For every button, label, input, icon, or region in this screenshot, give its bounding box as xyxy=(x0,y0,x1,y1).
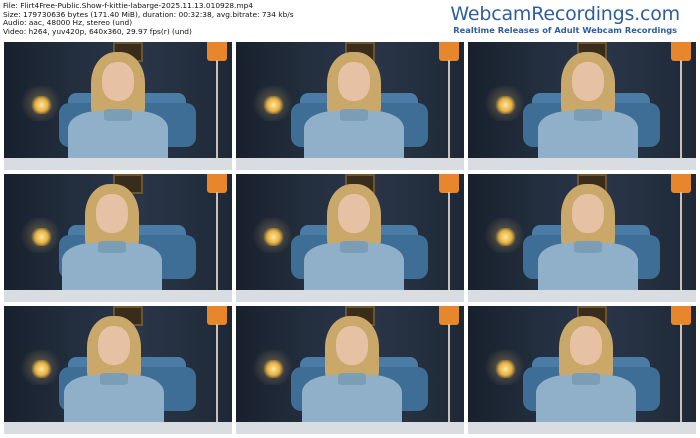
video-thumbnail xyxy=(236,42,464,170)
video-thumbnail xyxy=(4,306,232,434)
thumbnail-collar xyxy=(574,108,602,122)
thumbnail-lamp xyxy=(263,227,284,246)
video-thumbnail xyxy=(4,174,232,302)
thumbnail-lamp xyxy=(31,359,52,378)
thumbnail-collar xyxy=(340,240,368,254)
thumbnail-shade xyxy=(206,42,228,62)
thumbnail-collar xyxy=(338,372,366,386)
thumbnail-shade xyxy=(206,306,228,326)
thumbnail-shade xyxy=(438,306,460,326)
thumbnail-table xyxy=(236,158,464,170)
thumbnail-face xyxy=(572,62,604,101)
thumbnail-collar xyxy=(104,108,132,122)
thumbnail-collar xyxy=(100,372,128,386)
thumbnail-pole xyxy=(679,191,683,302)
thumbnail-table xyxy=(468,422,696,434)
video-thumbnail xyxy=(468,306,696,434)
thumbnail-lamp xyxy=(263,359,284,378)
brand-name: WebcamRecordings.com xyxy=(450,3,680,25)
thumbnail-table xyxy=(468,158,696,170)
thumbnail-collar xyxy=(572,372,600,386)
thumbnail-pole xyxy=(215,191,219,302)
thumbnail-pole xyxy=(215,323,219,434)
thumbnail-face xyxy=(338,62,370,101)
thumbnail-table xyxy=(236,422,464,434)
thumbnail-lamp xyxy=(495,359,516,378)
thumbnail-shade xyxy=(206,174,228,194)
thumbnail-pole xyxy=(447,323,451,434)
thumbnail-lamp xyxy=(495,95,516,114)
thumbnail-table xyxy=(4,422,232,434)
thumbnail-lamp xyxy=(31,227,52,246)
video-thumbnail xyxy=(236,174,464,302)
video-thumbnail xyxy=(468,174,696,302)
video-thumbnail xyxy=(236,306,464,434)
thumbnail-lamp xyxy=(263,95,284,114)
thumbnail-lamp xyxy=(495,227,516,246)
thumbnail-pole xyxy=(679,59,683,170)
file-metadata: File: Flirt4Free-Public.Show-f-kittie-la… xyxy=(3,1,294,36)
thumbnail-lamp xyxy=(31,95,52,114)
thumbnail-pole xyxy=(447,59,451,170)
thumbnail-pole xyxy=(447,191,451,302)
thumbnail-table xyxy=(4,158,232,170)
thumbnail-table xyxy=(4,290,232,302)
thumbnail-collar xyxy=(574,240,602,254)
thumbnail-collar xyxy=(98,240,126,254)
brand-logo: WebcamRecordings.com Realtime Releases o… xyxy=(450,3,680,36)
thumbnail-grid xyxy=(4,42,698,436)
header: File: Flirt4Free-Public.Show-f-kittie-la… xyxy=(0,0,700,40)
thumbnail-shade xyxy=(438,174,460,194)
thumbnail-face xyxy=(338,194,370,233)
thumbnail-shade xyxy=(670,42,692,62)
thumbnail-table xyxy=(468,290,696,302)
thumbnail-face xyxy=(570,326,602,365)
video-thumbnail xyxy=(468,42,696,170)
brand-tagline: Realtime Releases of Adult Webcam Record… xyxy=(453,25,678,35)
thumbnail-face xyxy=(572,194,604,233)
thumbnail-pole xyxy=(679,323,683,434)
thumbnail-shade xyxy=(670,174,692,194)
thumbnail-face xyxy=(96,194,128,233)
thumbnail-table xyxy=(236,290,464,302)
thumbnail-face xyxy=(336,326,368,365)
video-info: Video: h264, yuv420p, 640x360, 29.97 fps… xyxy=(3,26,192,36)
thumbnail-face xyxy=(102,62,134,101)
thumbnail-shade xyxy=(670,306,692,326)
thumbnail-shade xyxy=(438,42,460,62)
thumbnail-collar xyxy=(340,108,368,122)
thumbnail-pole xyxy=(215,59,219,170)
thumbnail-face xyxy=(98,326,130,365)
video-thumbnail xyxy=(4,42,232,170)
